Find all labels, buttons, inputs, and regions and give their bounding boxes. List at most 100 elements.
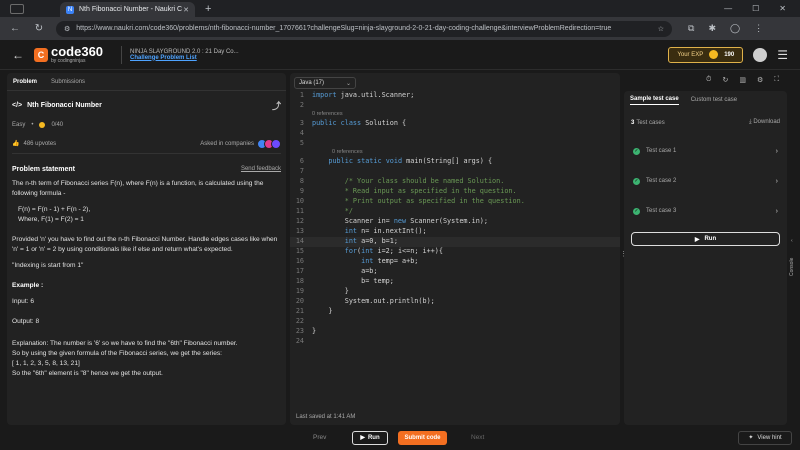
send-feedback-link[interactable]: Send feedback — [241, 166, 281, 173]
line-number: 3 — [299, 119, 304, 127]
new-tab-icon[interactable]: + — [205, 3, 211, 15]
tab-search-icon[interactable] — [10, 4, 24, 14]
back-icon[interactable]: ← — [8, 23, 22, 34]
language-select[interactable]: Java (17) ⌄ — [294, 77, 356, 89]
tab-custom-test-case[interactable]: Custom test case — [691, 97, 737, 103]
code-line[interactable]: 19 } — [290, 287, 620, 297]
upvote-icon[interactable]: 👍 — [12, 140, 19, 147]
bookmark-star-icon[interactable]: ☆ — [658, 25, 664, 33]
code-line[interactable]: 2 — [290, 101, 620, 111]
code-line[interactable]: 7 — [290, 167, 620, 177]
code-line[interactable]: 3 public class Solution { — [290, 119, 620, 129]
test-case-item[interactable]: ✓ Test case 2 › — [624, 166, 787, 196]
explanation-line: So by using the given formula of the Fib… — [12, 350, 223, 357]
code-line[interactable]: 18 b= temp; — [290, 277, 620, 287]
tab-submissions[interactable]: Submissions — [51, 79, 85, 85]
site-header: ← C code360 by codingninjas NINJA SLAYGR… — [0, 40, 800, 70]
code-line[interactable]: 23} — [290, 327, 620, 337]
code-lines[interactable]: 1 import java.util.Scanner; 2 0 references 3… — [290, 91, 620, 347]
hamburger-menu-icon[interactable]: ☰ — [777, 48, 788, 62]
maximize-icon[interactable]: ☐ — [752, 4, 759, 13]
share-icon[interactable]: ⤴ — [272, 99, 281, 112]
site-info-icon[interactable]: ⚙ — [64, 25, 70, 33]
code-editor[interactable]: Java (17) ⌄ 1 import java.util.Scanner; 2 0… — [290, 73, 620, 425]
test-case-panel: Sample test case Custom test case 3 Test… — [624, 91, 787, 425]
chevron-up-icon[interactable]: ‹ — [791, 238, 793, 244]
minimize-icon[interactable]: — — [724, 4, 732, 13]
code360-logo[interactable]: C code360 by codingninjas — [34, 45, 103, 64]
extensions-icon[interactable]: ⧉ — [688, 23, 694, 34]
code-line[interactable]: 20 System.out.println(b); — [290, 297, 620, 307]
code-line[interactable]: 15 for(int i=2; i<=n; i++){ — [290, 247, 620, 257]
exp-badge[interactable]: Your EXP 190 — [668, 46, 744, 63]
code-line[interactable]: 5 — [290, 139, 620, 149]
browser-tab-active[interactable]: N Nth Fibonacci Number - Naukri C ✕ — [60, 2, 195, 17]
line-number: 22 — [295, 317, 304, 325]
code-text: System.out.println(b); — [312, 297, 435, 305]
code-line[interactable]: 21 } — [290, 307, 620, 317]
run-tests-button[interactable]: ▶ Run — [631, 232, 780, 246]
line-number: 1 — [299, 91, 304, 99]
profile-icon[interactable]: ◯ — [730, 23, 740, 34]
code-line[interactable]: 10 * Print output as specified in the qu… — [290, 197, 620, 207]
code-text: } — [312, 307, 333, 315]
line-number: 21 — [295, 307, 304, 315]
score-value: 0/40 — [51, 122, 64, 128]
logo-subtext: by codingninjas — [51, 58, 86, 64]
chevron-right-icon: › — [775, 177, 778, 185]
challenge-problem-list-link[interactable]: Challenge Problem List — [130, 55, 239, 61]
company-logos[interactable] — [257, 138, 281, 149]
test-case-item[interactable]: ✓ Test case 3 › — [624, 196, 787, 226]
reload-icon[interactable]: ↻ — [32, 23, 46, 34]
code-line[interactable]: 13 int n= in.nextInt(); — [290, 227, 620, 237]
avatar[interactable] — [753, 47, 768, 62]
console-toggle[interactable]: Console — [789, 258, 795, 276]
layout-icon[interactable]: ▥ — [739, 76, 746, 84]
run-button[interactable]: ▶ Run — [352, 430, 388, 445]
line-number: 2 — [299, 101, 304, 109]
code-line[interactable]: 16 int temp= a+b; — [290, 257, 620, 267]
line-number: 7 — [299, 167, 304, 175]
code-lens-references[interactable]: 0 references — [290, 111, 620, 119]
puzzle-icon[interactable]: ✱ — [708, 23, 716, 34]
code-lens-references[interactable]: 0 references — [290, 149, 620, 157]
fullscreen-icon[interactable]: ⛶ — [774, 76, 779, 84]
code-line[interactable]: 8 /* Your class should be named Solution… — [290, 177, 620, 187]
code-text: for(int i=2; i<=n; i++){ — [344, 247, 443, 255]
conclusion-line: So the "6th" element is "8" hence we get… — [12, 370, 163, 377]
submit-code-button[interactable]: Submit code — [398, 430, 447, 445]
coin-icon — [709, 50, 719, 59]
code-text: * Read input as specified in the questio… — [312, 187, 517, 195]
code-line[interactable]: 12 Scanner in= new Scanner(System.in); — [290, 217, 620, 227]
back-arrow-icon[interactable]: ← — [12, 48, 24, 62]
header-divider — [121, 45, 123, 64]
fibonacci-series: [ 1, 1, 2, 3, 5, 8, 13, 21] — [12, 360, 80, 367]
test-case-item[interactable]: ✓ Test case 1 › — [624, 136, 787, 166]
code-line[interactable]: 4 — [290, 129, 620, 139]
code-line[interactable]: 6 public static void main(String[] args)… — [290, 157, 620, 167]
reset-icon[interactable]: ↻ — [722, 76, 728, 84]
view-hint-button[interactable]: ✦ View hint — [738, 430, 792, 445]
code-line[interactable]: 24 — [290, 337, 620, 347]
code-line[interactable]: 11 */ — [290, 207, 620, 217]
site-favicon-icon: N — [66, 5, 74, 14]
statement-paragraph: Provided 'n' you have to find out the n-… — [12, 236, 278, 253]
prev-button[interactable]: Prev — [313, 434, 326, 441]
tab-close-icon[interactable]: ✕ — [183, 6, 189, 14]
exp-value: 190 — [724, 51, 735, 58]
address-bar[interactable]: ⚙ https://www.naukri.com/code360/problem… — [56, 20, 672, 37]
code-line[interactable]: 22 — [290, 317, 620, 327]
code-line[interactable]: 1 import java.util.Scanner; — [290, 91, 620, 101]
tab-problem[interactable]: Problem — [13, 79, 37, 85]
code-line[interactable]: 17 a=b; — [290, 267, 620, 277]
window-close-icon[interactable]: ✕ — [779, 4, 786, 13]
settings-icon[interactable]: ⚙ — [757, 76, 763, 84]
timer-icon[interactable]: ⏱ — [706, 76, 711, 84]
next-button[interactable]: Next — [471, 434, 484, 441]
tab-sample-test-case[interactable]: Sample test case — [630, 96, 679, 105]
code-text: * Print output as specified in the quest… — [312, 197, 525, 205]
menu-dots-icon[interactable]: ⋮ — [754, 23, 763, 34]
code-line[interactable]: 14 int a=0, b=1; — [290, 237, 620, 247]
code-line[interactable]: 9 * Read input as specified in the quest… — [290, 187, 620, 197]
download-button[interactable]: ⤓ Download — [749, 119, 780, 126]
